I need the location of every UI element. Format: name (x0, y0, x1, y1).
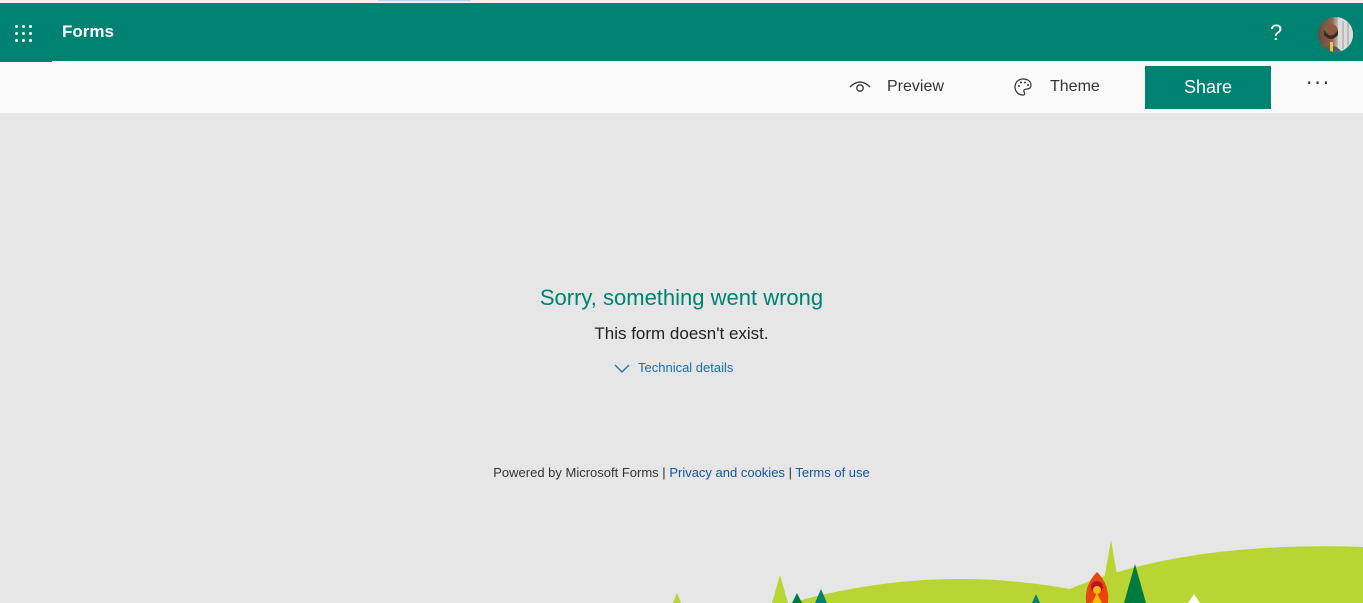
theme-label: Theme (1050, 78, 1100, 95)
footer-separator: | (788, 465, 792, 480)
footer-separator: | (662, 465, 666, 480)
terms-link[interactable]: Terms of use (795, 465, 869, 480)
tab-indicator (378, 0, 471, 1)
error-message: This form doesn't exist. (594, 324, 769, 343)
tree (792, 593, 802, 603)
avatar-photo (1320, 17, 1353, 52)
theme-button[interactable]: Theme (1012, 61, 1100, 113)
tree (673, 593, 681, 603)
tree (772, 575, 788, 603)
app-title[interactable]: Forms (62, 22, 114, 42)
active-indicator (0, 61, 52, 62)
technical-details-label: Technical details (638, 360, 734, 375)
error-title: Sorry, something went wrong (539, 285, 824, 310)
preview-button[interactable]: Preview (849, 61, 944, 113)
footer: Powered by Microsoft Forms | Privacy and… (0, 465, 1363, 480)
app-header: Forms ? (0, 3, 1363, 61)
powered-by-text: Powered by Microsoft Forms (493, 465, 659, 480)
app-launcher-icon[interactable] (15, 25, 33, 43)
share-button[interactable]: Share (1145, 66, 1271, 109)
eye-icon (849, 81, 871, 92)
preview-label: Preview (887, 78, 944, 95)
palette-icon (1014, 78, 1032, 96)
privacy-link[interactable]: Privacy and cookies (669, 465, 785, 480)
technical-details-toggle[interactable]: Technical details (614, 360, 733, 375)
more-options-icon[interactable]: ··· (1306, 71, 1331, 95)
command-bar: Preview Theme Share ··· (0, 61, 1363, 113)
chevron-down-icon (614, 364, 630, 373)
user-avatar[interactable] (1318, 17, 1353, 52)
decorative-landscape (673, 540, 1363, 603)
help-icon[interactable]: ? (1270, 20, 1282, 46)
